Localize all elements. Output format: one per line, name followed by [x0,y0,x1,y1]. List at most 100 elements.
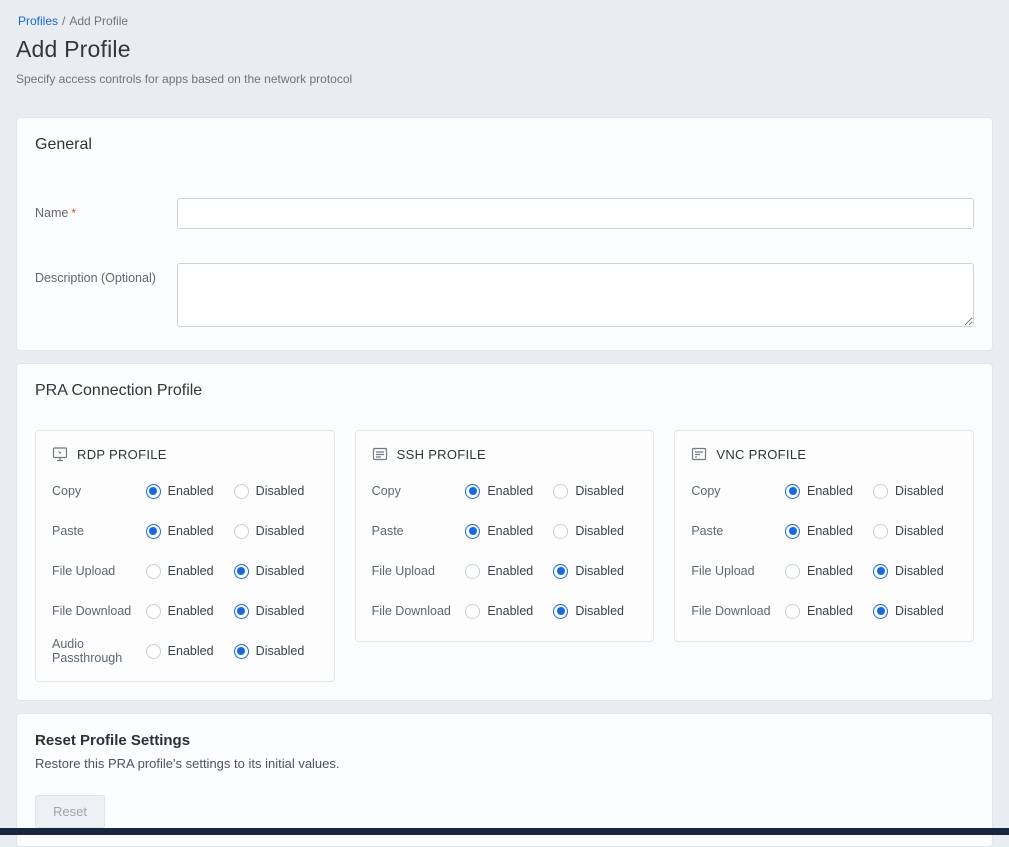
radio-circle [234,644,249,659]
ssh-file-download-disabled-radio[interactable]: Disabled [553,604,637,619]
ssh-row-copy: Copy Enabled Disabled [372,471,638,511]
radio-label: Disabled [575,604,624,618]
rdp-paste-enabled-radio[interactable]: Enabled [146,524,234,539]
ssh-paste-enabled-radio[interactable]: Enabled [465,524,553,539]
reset-section-description: Restore this PRA profile's settings to i… [35,756,974,771]
radio-circle [553,524,568,539]
vnc-copy-disabled-radio[interactable]: Disabled [873,484,957,499]
radio-circle [873,564,888,579]
rdp-copy-enabled-radio[interactable]: Enabled [146,484,234,499]
breadcrumb-profiles-link[interactable]: Profiles [18,14,58,28]
radio-label: Disabled [256,564,305,578]
radio-label: Enabled [168,604,214,618]
radio-label: Disabled [575,524,624,538]
rdp-monitor-icon [52,446,68,462]
setting-label: Paste [52,524,146,538]
breadcrumb-separator: / [62,14,65,28]
general-card: General Name* Description (Optional) [16,117,993,351]
radio-circle [785,564,800,579]
vnc-copy-enabled-radio[interactable]: Enabled [785,484,873,499]
radio-label: Enabled [807,524,853,538]
setting-label: Audio Passthrough [52,637,146,665]
ssh-row-paste: Paste Enabled Disabled [372,511,638,551]
breadcrumb-current: Add Profile [69,14,128,28]
radio-circle [465,604,480,619]
ssh-copy-enabled-radio[interactable]: Enabled [465,484,553,499]
radio-circle [234,484,249,499]
rdp-file-download-disabled-radio[interactable]: Disabled [234,604,318,619]
pra-connection-profile-card: PRA Connection Profile RDP PROFILECopyEn… [16,363,993,701]
ssh-profile-header: SSH PROFILE [372,431,638,471]
radio-circle [785,524,800,539]
vnc-profile-title: VNC PROFILE [716,447,806,462]
rdp-audio-passthrough-disabled-radio[interactable]: Disabled [234,644,318,659]
description-textarea[interactable] [177,263,974,327]
setting-label: Copy [372,484,466,498]
radio-circle [553,604,568,619]
radio-label: Disabled [895,484,944,498]
rdp-copy-disabled-radio[interactable]: Disabled [234,484,318,499]
vnc-profile-card: VNC PROFILECopyEnabledDisabledPasteEnabl… [674,430,974,642]
radio-label: Enabled [168,484,214,498]
setting-label: File Download [52,604,146,618]
rdp-row-file-upload: File UploadEnabledDisabled [52,551,318,591]
ssh-paste-disabled-radio[interactable]: Disabled [553,524,637,539]
rdp-file-upload-disabled-radio[interactable]: Disabled [234,564,318,579]
radio-label: Disabled [256,644,305,658]
rdp-file-upload-enabled-radio[interactable]: Enabled [146,564,234,579]
rdp-profile-title: RDP PROFILE [77,447,167,462]
setting-label: Copy [691,484,785,498]
radio-label: Enabled [807,604,853,618]
radio-circle [146,644,161,659]
radio-label: Disabled [256,484,305,498]
rdp-row-copy: CopyEnabledDisabled [52,471,318,511]
ssh-file-upload-enabled-radio[interactable]: Enabled [465,564,553,579]
rdp-audio-passthrough-enabled-radio[interactable]: Enabled [146,644,234,659]
radio-label: Disabled [575,564,624,578]
vnc-file-upload-disabled-radio[interactable]: Disabled [873,564,957,579]
radio-circle [873,604,888,619]
setting-label: File Upload [691,564,785,578]
name-input[interactable] [177,198,974,229]
vnc-paste-disabled-radio[interactable]: Disabled [873,524,957,539]
vnc-file-upload-enabled-radio[interactable]: Enabled [785,564,873,579]
radio-label: Disabled [895,604,944,618]
radio-circle [146,524,161,539]
radio-label: Enabled [487,484,533,498]
description-label: Description (Optional) [35,263,177,332]
name-form-row: Name* [35,198,974,229]
reset-section-title: Reset Profile Settings [35,732,974,749]
radio-label: Enabled [168,644,214,658]
radio-circle [146,484,161,499]
vnc-file-download-disabled-radio[interactable]: Disabled [873,604,957,619]
radio-circle [553,484,568,499]
setting-label: Paste [372,524,466,538]
radio-label: Disabled [256,524,305,538]
radio-label: Enabled [168,524,214,538]
reset-button[interactable]: Reset [35,795,105,828]
radio-label: Enabled [168,564,214,578]
ssh-file-upload-disabled-radio[interactable]: Disabled [553,564,637,579]
radio-circle [785,484,800,499]
radio-circle [873,524,888,539]
setting-label: Paste [691,524,785,538]
ssh-file-download-enabled-radio[interactable]: Enabled [465,604,553,619]
radio-circle [234,524,249,539]
radio-label: Enabled [807,484,853,498]
vnc-paste-enabled-radio[interactable]: Enabled [785,524,873,539]
radio-label: Disabled [256,604,305,618]
setting-label: File Upload [372,564,466,578]
rdp-file-download-enabled-radio[interactable]: Enabled [146,604,234,619]
vnc-file-download-enabled-radio[interactable]: Enabled [785,604,873,619]
ssh-copy-disabled-radio[interactable]: Disabled [553,484,637,499]
radio-label: Enabled [487,524,533,538]
ssh-row-file-download: File DownloadEnabledDisabled [372,591,638,631]
vnc-row-copy: Copy Enabled Disabled [691,471,957,511]
rdp-row-paste: Paste Enabled Disabled [52,511,318,551]
bottom-bar [0,828,1009,835]
radio-circle [234,564,249,579]
profiles-grid: RDP PROFILECopyEnabledDisabledPasteEnabl… [35,430,974,682]
page-title: Add Profile [16,36,993,63]
radio-label: Disabled [895,524,944,538]
rdp-paste-disabled-radio[interactable]: Disabled [234,524,318,539]
